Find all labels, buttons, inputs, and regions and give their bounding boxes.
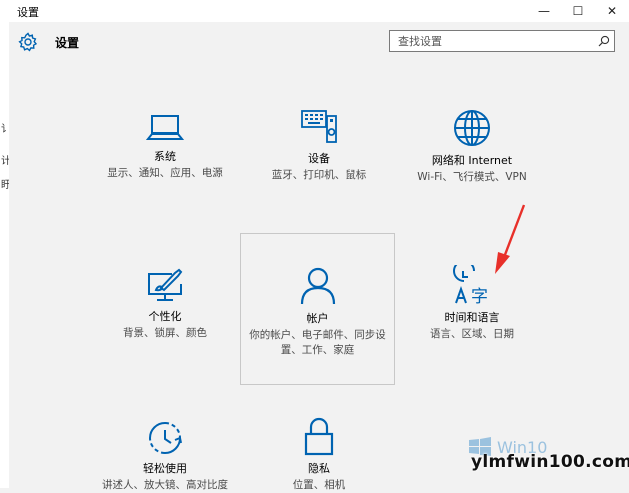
lock-icon	[304, 417, 334, 456]
window-title: 设置	[17, 6, 39, 19]
close-button[interactable]: ✕	[595, 0, 629, 22]
laptop-icon	[146, 115, 184, 140]
tile-title: 系统	[154, 150, 176, 163]
tile-network-internet[interactable]: 网络和 Internet Wi-Fi、飞行模式、VPN	[400, 108, 544, 185]
tile-title: 个性化	[148, 310, 182, 323]
tile-accounts[interactable]: 帐户 你的帐户、电子邮件、同步设置、工作、家庭	[240, 233, 395, 385]
time-language-icon: 字	[453, 265, 488, 305]
search-input[interactable]	[389, 30, 615, 52]
tile-title: 轻松使用	[143, 462, 187, 475]
tile-devices[interactable]: 设备 蓝牙、打印机、鼠标	[247, 108, 391, 183]
svg-text:字: 字	[471, 287, 488, 305]
tile-description: 位置、相机	[292, 479, 346, 491]
gear-icon	[18, 32, 38, 52]
page-title: 设置	[55, 36, 80, 50]
tile-description: 语言、区域、日期	[430, 328, 514, 340]
settings-header: 设置	[9, 22, 629, 62]
ease-of-access-icon	[149, 422, 182, 454]
tile-ease-of-access[interactable]: 轻松使用 讲述人、放大镜、高对比度	[93, 420, 237, 493]
personalize-icon	[148, 268, 183, 301]
watermark-text: ylmfwin100.com	[471, 452, 629, 472]
tile-system[interactable]: 系统 显示、通知、应用、电源	[93, 110, 237, 181]
title-bar[interactable]: 设置 — ☐ ✕	[9, 0, 629, 22]
tile-title: 网络和 Internet	[431, 154, 513, 167]
tile-title: 时间和语言	[444, 311, 500, 324]
devices-icon	[301, 110, 337, 143]
annotation-arrow-icon	[495, 204, 526, 274]
site-watermark: Win10 ylmfwin100.com	[467, 436, 629, 476]
globe-icon	[454, 110, 490, 146]
tile-description: 你的帐户、电子邮件、同步设置、工作、家庭	[249, 329, 386, 356]
tile-personalization[interactable]: 个性化 背景、锁屏、颜色	[93, 268, 237, 341]
tile-description: Wi-Fi、飞行模式、VPN	[417, 171, 527, 183]
person-icon	[300, 267, 335, 305]
maximize-button[interactable]: ☐	[561, 0, 595, 22]
tile-description: 讲述人、放大镜、高对比度	[102, 479, 228, 491]
tile-description: 显示、通知、应用、电源	[107, 167, 223, 179]
tile-title: 设备	[308, 152, 330, 165]
tile-title: 帐户	[306, 312, 329, 325]
settings-window: 设置 — ☐ ✕ 设置 系统 显示、通知、应用、电源	[9, 0, 629, 491]
minimize-button[interactable]: —	[527, 0, 561, 22]
tile-title: 隐私	[308, 462, 330, 475]
tile-privacy[interactable]: 隐私 位置、相机	[247, 416, 391, 493]
tile-description: 蓝牙、打印机、鼠标	[271, 169, 367, 181]
search-icon[interactable]	[598, 35, 610, 47]
tile-description: 背景、锁屏、颜色	[123, 327, 207, 339]
